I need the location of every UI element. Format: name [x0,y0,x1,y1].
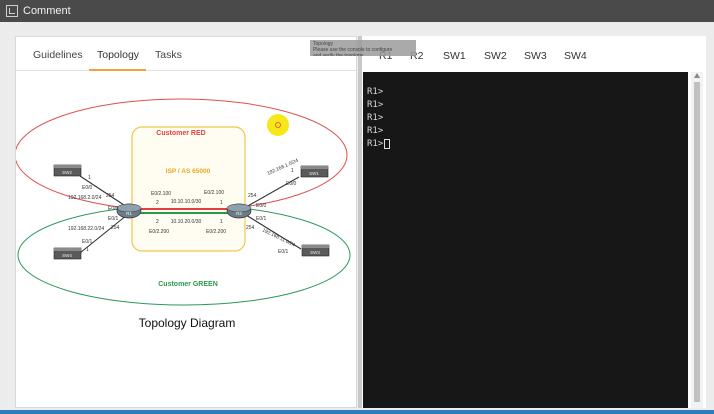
svg-text:1: 1 [88,175,91,181]
svg-text:10.10.20.0/30: 10.10.20.0/30 [171,219,202,225]
console-line: R1> [367,87,384,97]
svg-text:192.168.11.0/24: 192.168.11.0/24 [261,227,296,248]
device-tab-bar: R1 R2 SW1 SW2 SW3 SW4 Topology Please us… [310,36,706,72]
text-cursor [384,138,391,149]
scroll-up-icon[interactable] [694,73,700,78]
svg-text:254: 254 [246,225,255,231]
console-line: R1> [367,126,384,136]
svg-text:SW4: SW4 [62,253,72,258]
svg-text:1: 1 [220,219,223,225]
svg-text:192.168.22.0/24: 192.168.22.0/24 [68,226,104,232]
svg-text:E0/0: E0/0 [286,181,297,187]
switch-top-left[interactable]: SW2 [53,164,82,177]
tooltip: Topology Please use the console to confi… [310,40,416,56]
scroll-thumb[interactable] [694,82,700,402]
left-tab-bar: Guidelines Topology Tasks [16,37,356,71]
right-panel: R1 R2 SW1 SW2 SW3 SW4 Topology Please us… [310,36,706,408]
svg-text:1: 1 [220,200,223,206]
svg-text:E0/2.200: E0/2.200 [206,229,226,235]
main-area: Guidelines Topology Tasks Customer RED C… [0,22,714,414]
isp-label: ISP / AS 65000 [166,168,211,175]
bottom-accent-bar [0,410,714,414]
tab-sw1[interactable]: SW1 [443,50,466,62]
svg-text:E0/0: E0/0 [108,206,119,212]
svg-text:E0/1: E0/1 [278,249,289,255]
svg-text:E0/1: E0/1 [108,216,119,222]
svg-text:E0/2.100: E0/2.100 [204,190,224,196]
svg-text:10.10.10.0/30: 10.10.10.0/30 [171,199,202,205]
tab-guidelines[interactable]: Guidelines [33,49,83,61]
svg-text:R2: R2 [236,211,242,216]
highlight-marker [267,114,289,136]
svg-text:E0/1: E0/1 [82,239,93,245]
console-line: R1> [367,100,384,110]
svg-text:E0/2.200: E0/2.200 [149,229,169,235]
terminal-console[interactable]: R1> R1> R1> R1> R1> [363,72,688,408]
svg-text:2: 2 [156,200,159,206]
diagram-caption: Topology Diagram [139,316,236,330]
svg-text:E0/1: E0/1 [256,216,267,222]
router-r1[interactable]: R1 [116,203,142,219]
switch-top-right[interactable]: SW1 [300,165,329,178]
topology-diagram: Customer RED Customer GREEN ISP / AS 650… [16,98,351,330]
svg-text:2: 2 [156,219,159,225]
tab-sw2[interactable]: SW2 [484,50,507,62]
router-r2[interactable]: R2 [226,203,252,219]
tab-topology[interactable]: Topology [97,49,139,61]
console-line: R1> [367,113,384,123]
svg-text:E0/0: E0/0 [82,185,93,191]
svg-text:SW1: SW1 [309,171,319,176]
title-bar: Comment [0,0,714,22]
tab-tasks[interactable]: Tasks [155,49,182,61]
customer-red-label: Customer RED [156,130,205,137]
active-tab-indicator [89,69,146,71]
svg-text:254: 254 [111,225,120,231]
tab-sw3[interactable]: SW3 [524,50,547,62]
console-prompt: R1> [367,139,384,149]
svg-text:E0/2.100: E0/2.100 [151,191,171,197]
comment-icon [6,5,18,17]
window-title: Comment [23,5,71,17]
svg-text:192.168.2.0/24: 192.168.2.0/24 [68,195,102,201]
svg-text:E0/0: E0/0 [256,203,267,209]
svg-text:254: 254 [106,193,115,199]
svg-text:R1: R1 [126,211,132,216]
console-prompt-line: R1> [367,138,684,151]
switch-bottom-left[interactable]: SW4 [53,247,82,260]
svg-text:1: 1 [291,168,294,174]
tab-sw4[interactable]: SW4 [564,50,587,62]
switch-bottom-right[interactable]: SW3 [301,244,330,257]
svg-text:SW3: SW3 [310,250,320,255]
svg-text:SW2: SW2 [62,170,72,175]
left-panel: Guidelines Topology Tasks Customer RED C… [15,36,357,408]
customer-green-label: Customer GREEN [158,281,218,288]
svg-text:1: 1 [86,247,89,253]
svg-text:192.168.1.0/24: 192.168.1.0/24 [266,158,299,177]
svg-text:254: 254 [248,193,257,199]
console-scrollbar[interactable] [691,72,703,408]
